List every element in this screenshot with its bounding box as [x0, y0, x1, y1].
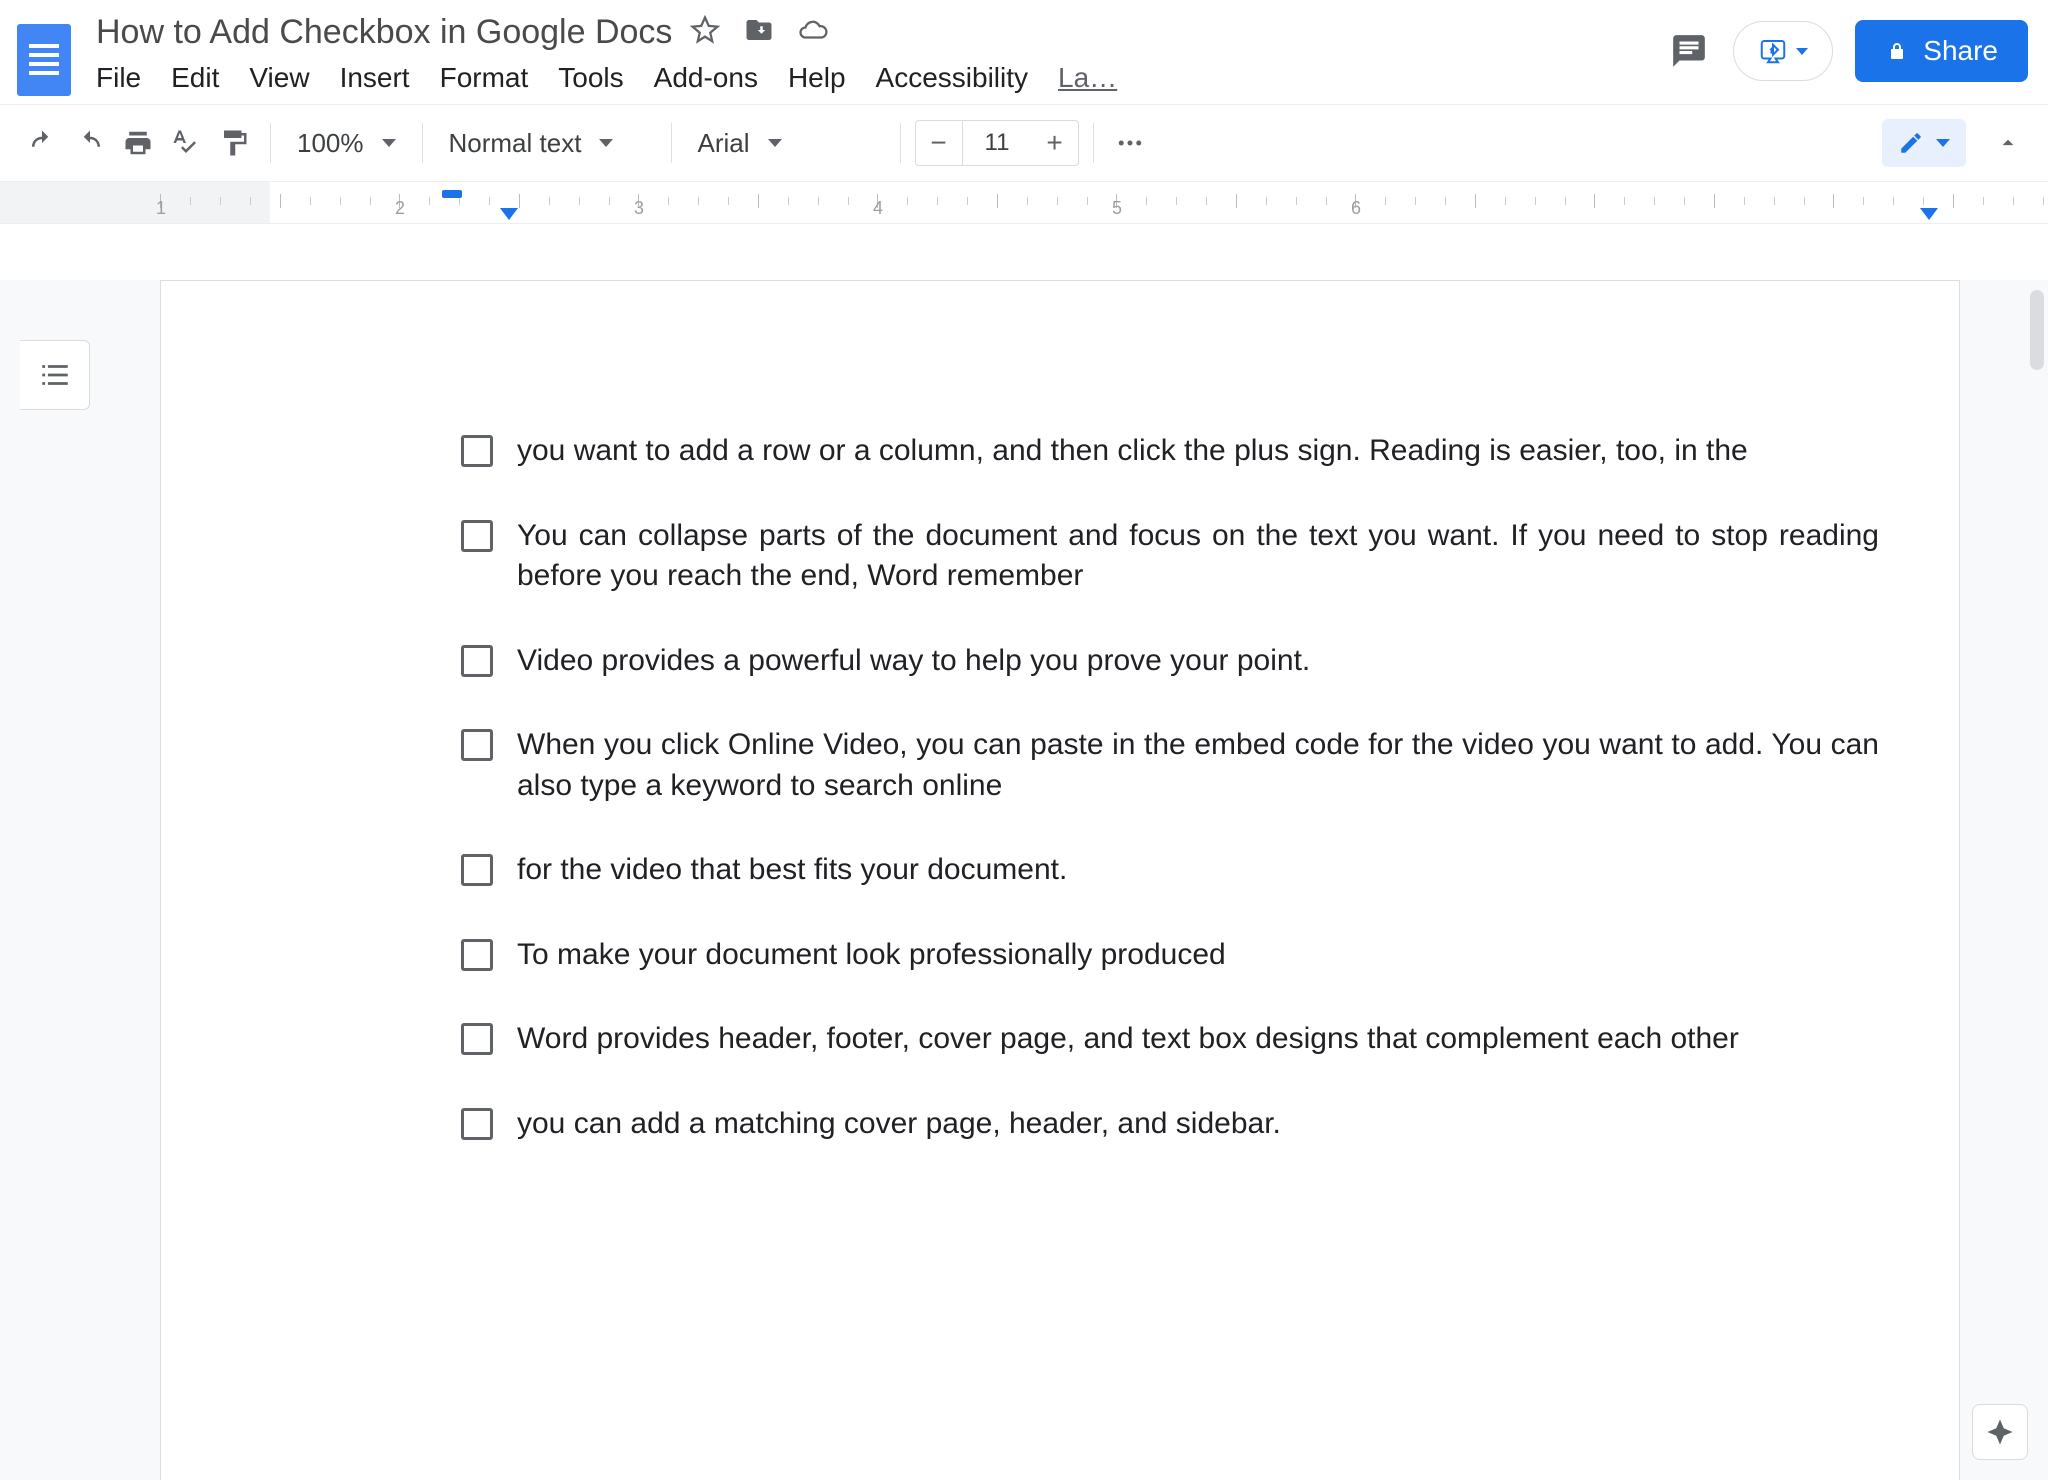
list-item-text: you can add a matching cover page, heade…: [517, 1107, 1281, 1140]
print-button[interactable]: [116, 121, 160, 165]
menu-insert[interactable]: Insert: [340, 62, 410, 94]
outline-toggle-button[interactable]: [20, 340, 90, 410]
font-size-decrease[interactable]: −: [916, 121, 962, 165]
share-button[interactable]: Share: [1855, 20, 2028, 82]
menu-accessibility[interactable]: Accessibility: [876, 62, 1028, 94]
list-item-text: Word provides header, footer, cover page…: [517, 1022, 1739, 1055]
font-size-value[interactable]: 11: [962, 121, 1032, 165]
left-indent-marker[interactable]: [500, 208, 518, 220]
document-canvas: you want to add a row or a column, and t…: [0, 280, 2048, 1480]
share-label: Share: [1923, 35, 1998, 67]
docs-logo[interactable]: [12, 16, 76, 104]
separator: [270, 123, 271, 163]
ruler[interactable]: 1 2 3 4 5 6: [0, 182, 2048, 224]
separator: [1093, 123, 1094, 163]
ruler-tick: 5: [1112, 198, 1122, 219]
collapse-toolbar-button[interactable]: [1988, 123, 2028, 163]
paragraph-style-select[interactable]: Normal text: [437, 128, 657, 159]
checkbox-list: you want to add a row or a column, and t…: [461, 431, 1879, 1144]
font-select[interactable]: Arial: [686, 128, 886, 159]
checkbox-list-item[interactable]: You can collapse parts of the document a…: [461, 516, 1879, 597]
first-line-indent-marker[interactable]: [442, 190, 462, 198]
separator: [671, 123, 672, 163]
list-item-text: To make your document look professionall…: [517, 938, 1226, 971]
right-indent-marker[interactable]: [1920, 208, 1938, 220]
menu-help[interactable]: Help: [788, 62, 846, 94]
checkbox-list-item[interactable]: you can add a matching cover page, heade…: [461, 1104, 1879, 1145]
menu-last-edit[interactable]: La…: [1058, 62, 1117, 94]
spellcheck-button[interactable]: [164, 121, 208, 165]
checkbox-list-item[interactable]: you want to add a row or a column, and t…: [461, 431, 1879, 472]
caret-down-icon: [382, 139, 396, 147]
docs-icon: [17, 24, 71, 96]
zoom-value: 100%: [297, 128, 364, 159]
font-size-control: − 11 +: [915, 120, 1079, 166]
paragraph-style-value: Normal text: [449, 128, 582, 159]
present-caret-icon: [1796, 48, 1808, 55]
present-button[interactable]: [1733, 21, 1833, 81]
ruler-tick: 2: [395, 198, 405, 219]
ruler-tick: 4: [873, 198, 883, 219]
comments-icon[interactable]: [1667, 29, 1711, 73]
list-item-text: When you click Online Video, you can pas…: [517, 728, 1879, 802]
checkbox-list-item[interactable]: for the video that best fits your docume…: [461, 850, 1879, 891]
explore-button[interactable]: [1972, 1404, 2028, 1460]
menu-format[interactable]: Format: [440, 62, 529, 94]
scrollbar[interactable]: [2030, 290, 2044, 370]
checkbox-list-item[interactable]: Word provides header, footer, cover page…: [461, 1019, 1879, 1060]
caret-down-icon: [1936, 139, 1950, 147]
document-title[interactable]: How to Add Checkbox in Google Docs: [96, 13, 672, 52]
separator: [900, 123, 901, 163]
caret-down-icon: [768, 139, 782, 147]
separator: [422, 123, 423, 163]
checkbox-list-item[interactable]: To make your document look professionall…: [461, 935, 1879, 976]
list-item-text: You can collapse parts of the document a…: [517, 519, 1879, 593]
header: How to Add Checkbox in Google Docs File …: [0, 0, 2048, 104]
editing-mode-button[interactable]: [1882, 119, 1966, 167]
redo-button[interactable]: [68, 121, 112, 165]
menu-view[interactable]: View: [249, 62, 309, 94]
caret-down-icon: [599, 139, 613, 147]
document-page[interactable]: you want to add a row or a column, and t…: [160, 280, 1960, 1480]
list-item-text: Video provides a powerful way to help yo…: [517, 644, 1310, 677]
menu-file[interactable]: File: [96, 62, 141, 94]
checkbox-list-item[interactable]: When you click Online Video, you can pas…: [461, 725, 1879, 806]
menu-tools[interactable]: Tools: [558, 62, 623, 94]
paint-format-button[interactable]: [212, 121, 256, 165]
list-item-text: you want to add a row or a column, and t…: [517, 434, 1748, 467]
menu-addons[interactable]: Add-ons: [654, 62, 758, 94]
list-item-text: for the video that best fits your docume…: [517, 853, 1067, 886]
ruler-tick: 6: [1351, 198, 1361, 219]
more-tools-button[interactable]: [1108, 121, 1152, 165]
zoom-select[interactable]: 100%: [285, 128, 408, 159]
undo-button[interactable]: [20, 121, 64, 165]
font-value: Arial: [698, 128, 750, 159]
menu-edit[interactable]: Edit: [171, 62, 219, 94]
move-icon[interactable]: [744, 15, 774, 50]
ruler-tick: 1: [156, 198, 166, 219]
checkbox-list-item[interactable]: Video provides a powerful way to help yo…: [461, 641, 1879, 682]
cloud-status-icon[interactable]: [798, 15, 828, 50]
star-icon[interactable]: [690, 15, 720, 50]
ruler-tick: 3: [634, 198, 644, 219]
font-size-increase[interactable]: +: [1032, 121, 1078, 165]
menu-bar: File Edit View Insert Format Tools Add-o…: [96, 54, 1667, 94]
toolbar: 100% Normal text Arial − 11 +: [0, 104, 2048, 182]
